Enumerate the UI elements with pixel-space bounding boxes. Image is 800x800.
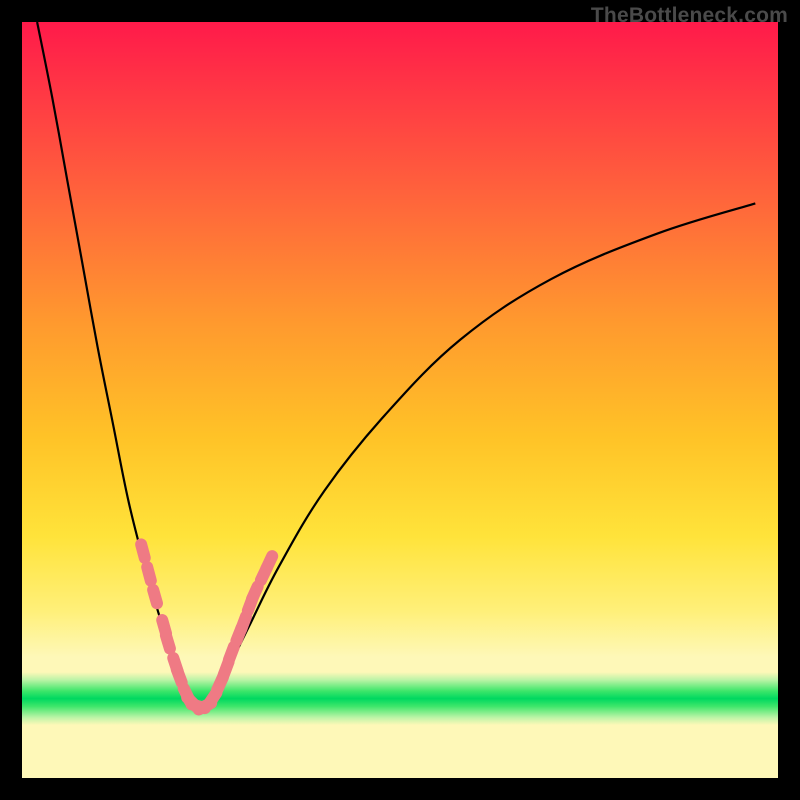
- marker-bead: [141, 544, 145, 558]
- marker-cluster: [141, 544, 272, 709]
- marker-bead: [229, 647, 234, 660]
- marker-bead: [252, 586, 258, 599]
- watermark-text: TheBottleneck.com: [591, 4, 788, 28]
- marker-bead: [266, 556, 272, 569]
- outer-frame: TheBottleneck.com: [0, 0, 800, 800]
- marker-bead: [153, 590, 157, 603]
- marker-bead: [177, 669, 182, 682]
- curve-right-branch: [202, 203, 755, 706]
- marker-bead: [241, 616, 246, 629]
- marker-bead: [166, 635, 170, 648]
- chart-svg: [22, 22, 778, 778]
- marker-bead: [147, 567, 151, 581]
- curve-left-branch: [37, 22, 202, 707]
